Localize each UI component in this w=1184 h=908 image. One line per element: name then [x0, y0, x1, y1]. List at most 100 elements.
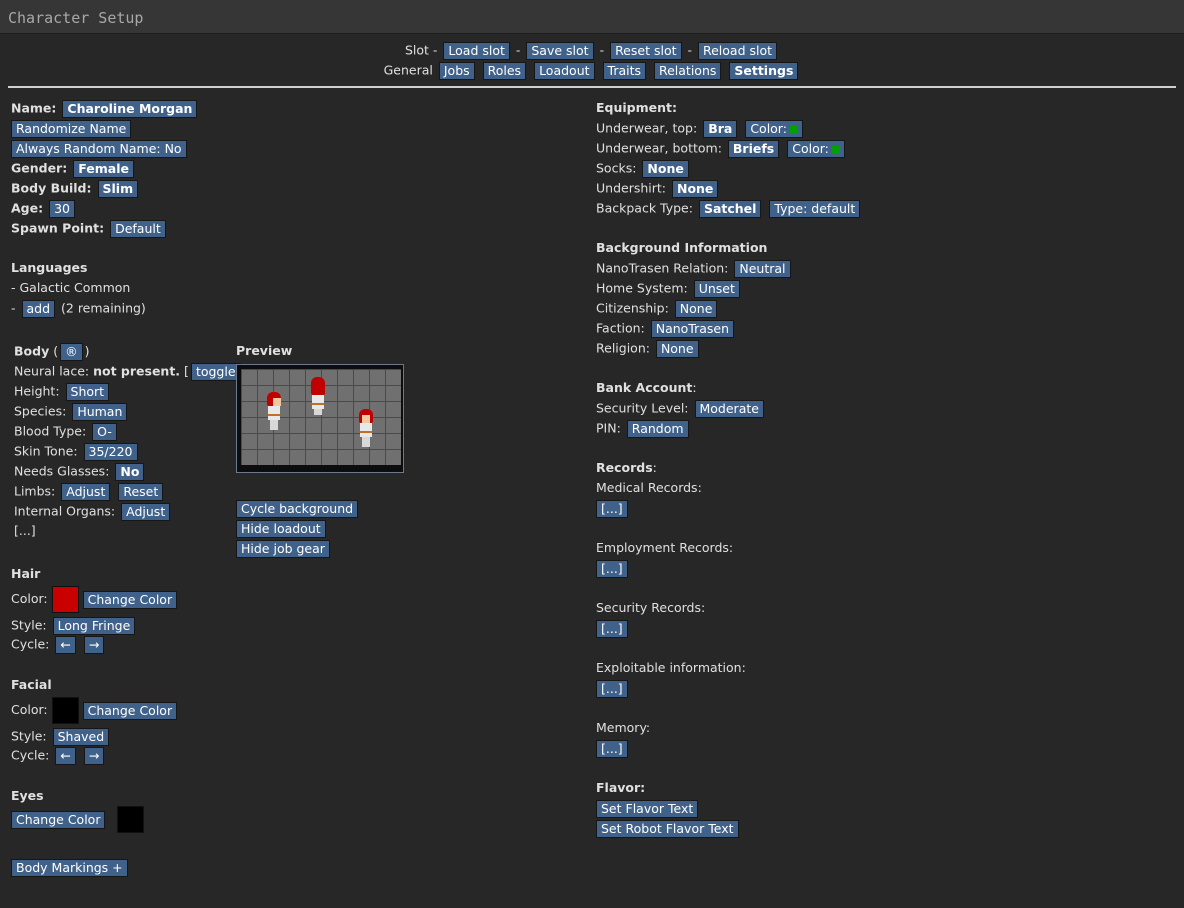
security-records-button[interactable]: [...]: [596, 620, 628, 638]
tab-loadout[interactable]: Loadout: [534, 62, 595, 80]
backpack-type-button[interactable]: Type: default: [769, 200, 861, 218]
security-records-row: [...]: [594, 620, 630, 638]
gender-button[interactable]: Female: [73, 160, 134, 178]
facial-style-label: Style:: [11, 728, 47, 744]
organs-adjust-button[interactable]: Adjust: [121, 503, 171, 521]
build-label: Body Build:: [11, 180, 92, 196]
name-button[interactable]: Charoline Morgan: [62, 100, 198, 118]
skin-tone-label: Skin Tone:: [14, 443, 78, 459]
languages-title: Languages: [11, 260, 88, 275]
limbs-reset-button[interactable]: Reset: [118, 483, 164, 501]
spawn-button[interactable]: Default: [110, 220, 166, 238]
randomize-name-button[interactable]: Randomize Name: [11, 120, 132, 138]
hair-change-color-button[interactable]: Change Color: [82, 590, 178, 609]
facial-prev-arrow-icon[interactable]: ←: [55, 747, 76, 765]
glasses-button[interactable]: No: [115, 463, 145, 481]
underwear-bottom-button[interactable]: Briefs: [727, 140, 780, 158]
underwear-top-row: Underwear, top: Bra Color:: [596, 120, 805, 138]
underwear-bottom-color-button[interactable]: Color:: [787, 140, 845, 158]
home-system-label: Home System:: [596, 280, 688, 296]
memory-label: Memory:: [596, 720, 651, 735]
height-row: Height: Short: [14, 383, 111, 401]
slot-label: Slot -: [404, 42, 438, 58]
build-button[interactable]: Slim: [97, 180, 139, 198]
randomize-body-button[interactable]: ®: [60, 343, 83, 361]
tab-traits[interactable]: Traits: [602, 62, 646, 80]
home-system-button[interactable]: Unset: [693, 280, 740, 298]
tab-settings[interactable]: Settings: [729, 62, 799, 80]
species-label: Species:: [14, 403, 67, 419]
neural-lace-toggle-button[interactable]: toggle: [190, 363, 241, 381]
save-slot-button[interactable]: Save slot: [526, 42, 594, 60]
medical-records-button[interactable]: [...]: [596, 500, 628, 518]
reload-slot-button[interactable]: Reload slot: [697, 42, 778, 60]
set-robot-flavor-text-button[interactable]: Set Robot Flavor Text: [596, 820, 739, 838]
nt-relation-row: NanoTrasen Relation: Neutral: [596, 260, 793, 278]
security-records-label: Security Records:: [596, 600, 706, 615]
set-flavor-text-button[interactable]: Set Flavor Text: [596, 800, 699, 818]
medical-records-row: [...]: [594, 500, 630, 518]
underwear-top-color-button[interactable]: Color:: [745, 120, 803, 138]
backpack-button[interactable]: Satchel: [698, 200, 762, 218]
underwear-top-button[interactable]: Bra: [703, 120, 738, 138]
equipment-title: Equipment:: [596, 100, 677, 115]
skin-tone-row: Skin Tone: 35/220: [14, 443, 140, 461]
employment-records-button[interactable]: [...]: [596, 560, 628, 578]
limbs-adjust-button[interactable]: Adjust: [61, 483, 111, 501]
facial-next-arrow-icon[interactable]: →: [83, 747, 105, 765]
body-more[interactable]: [...]: [14, 523, 36, 539]
body-markings-button[interactable]: Body Markings +: [11, 859, 128, 877]
faction-button[interactable]: NanoTrasen: [650, 320, 735, 338]
employment-records-row: [...]: [594, 560, 630, 578]
reset-slot-button[interactable]: Reset slot: [610, 42, 682, 60]
bracket: [: [184, 363, 189, 379]
glasses-label: Needs Glasses:: [14, 463, 110, 479]
religion-button[interactable]: None: [655, 340, 699, 358]
underwear-top-label: Underwear, top:: [596, 120, 698, 136]
nt-relation-button[interactable]: Neutral: [734, 260, 791, 278]
memory-button[interactable]: [...]: [596, 740, 628, 758]
hair-style-button[interactable]: Long Fringe: [52, 617, 136, 635]
facial-style-button[interactable]: Shaved: [52, 728, 110, 746]
height-button[interactable]: Short: [65, 383, 110, 401]
facial-color-swatch: [51, 697, 79, 724]
religion-label: Religion:: [596, 340, 650, 356]
tab-jobs[interactable]: Jobs: [438, 62, 475, 80]
citizenship-button[interactable]: None: [674, 300, 718, 318]
undershirt-button[interactable]: None: [671, 180, 719, 198]
tab-general[interactable]: General: [384, 63, 433, 78]
hair-next-arrow-icon[interactable]: →: [83, 636, 105, 654]
underwear-bottom-label: Underwear, bottom:: [596, 140, 722, 156]
exploitable-info-button[interactable]: [...]: [596, 680, 628, 698]
load-slot-button[interactable]: Load slot: [443, 42, 510, 60]
underwear-bottom-color-swatch: [831, 145, 840, 154]
hair-prev-arrow-icon[interactable]: ←: [55, 636, 76, 654]
blood-type-button[interactable]: O-: [92, 423, 117, 441]
robot-flavor-row: Set Robot Flavor Text: [594, 820, 741, 838]
bank-colon: :: [692, 380, 697, 395]
memory-row: [...]: [594, 740, 630, 758]
gender-row: Gender: Female: [11, 160, 136, 178]
hair-color-row: Color: Change Color: [11, 586, 179, 613]
skin-tone-button[interactable]: 35/220: [83, 443, 138, 461]
socks-button[interactable]: None: [642, 160, 689, 178]
eyes-change-color-button[interactable]: Change Color: [11, 810, 106, 829]
tab-relations[interactable]: Relations: [653, 62, 722, 80]
hide-loadout-button[interactable]: Hide loadout: [236, 520, 326, 538]
bank-title-row: Bank Account:: [596, 380, 697, 396]
records-colon: :: [652, 460, 657, 475]
gender-label: Gender:: [11, 160, 68, 176]
always-random-name-button[interactable]: Always Random Name: No: [11, 140, 187, 158]
species-button[interactable]: Human: [72, 403, 128, 421]
tab-roles[interactable]: Roles: [482, 62, 527, 80]
hide-job-gear-button[interactable]: Hide job gear: [236, 540, 330, 558]
cycle-background-button[interactable]: Cycle background: [236, 500, 359, 518]
exploitable-info-label: Exploitable information:: [596, 660, 746, 675]
glasses-row: Needs Glasses: No: [14, 463, 146, 481]
add-language-button[interactable]: add: [21, 300, 56, 318]
facial-change-color-button[interactable]: Change Color: [82, 701, 178, 720]
security-level-button[interactable]: Moderate: [694, 400, 764, 418]
pin-button[interactable]: Random: [626, 420, 689, 438]
header-divider: [8, 86, 1176, 88]
age-button[interactable]: 30: [49, 200, 75, 218]
